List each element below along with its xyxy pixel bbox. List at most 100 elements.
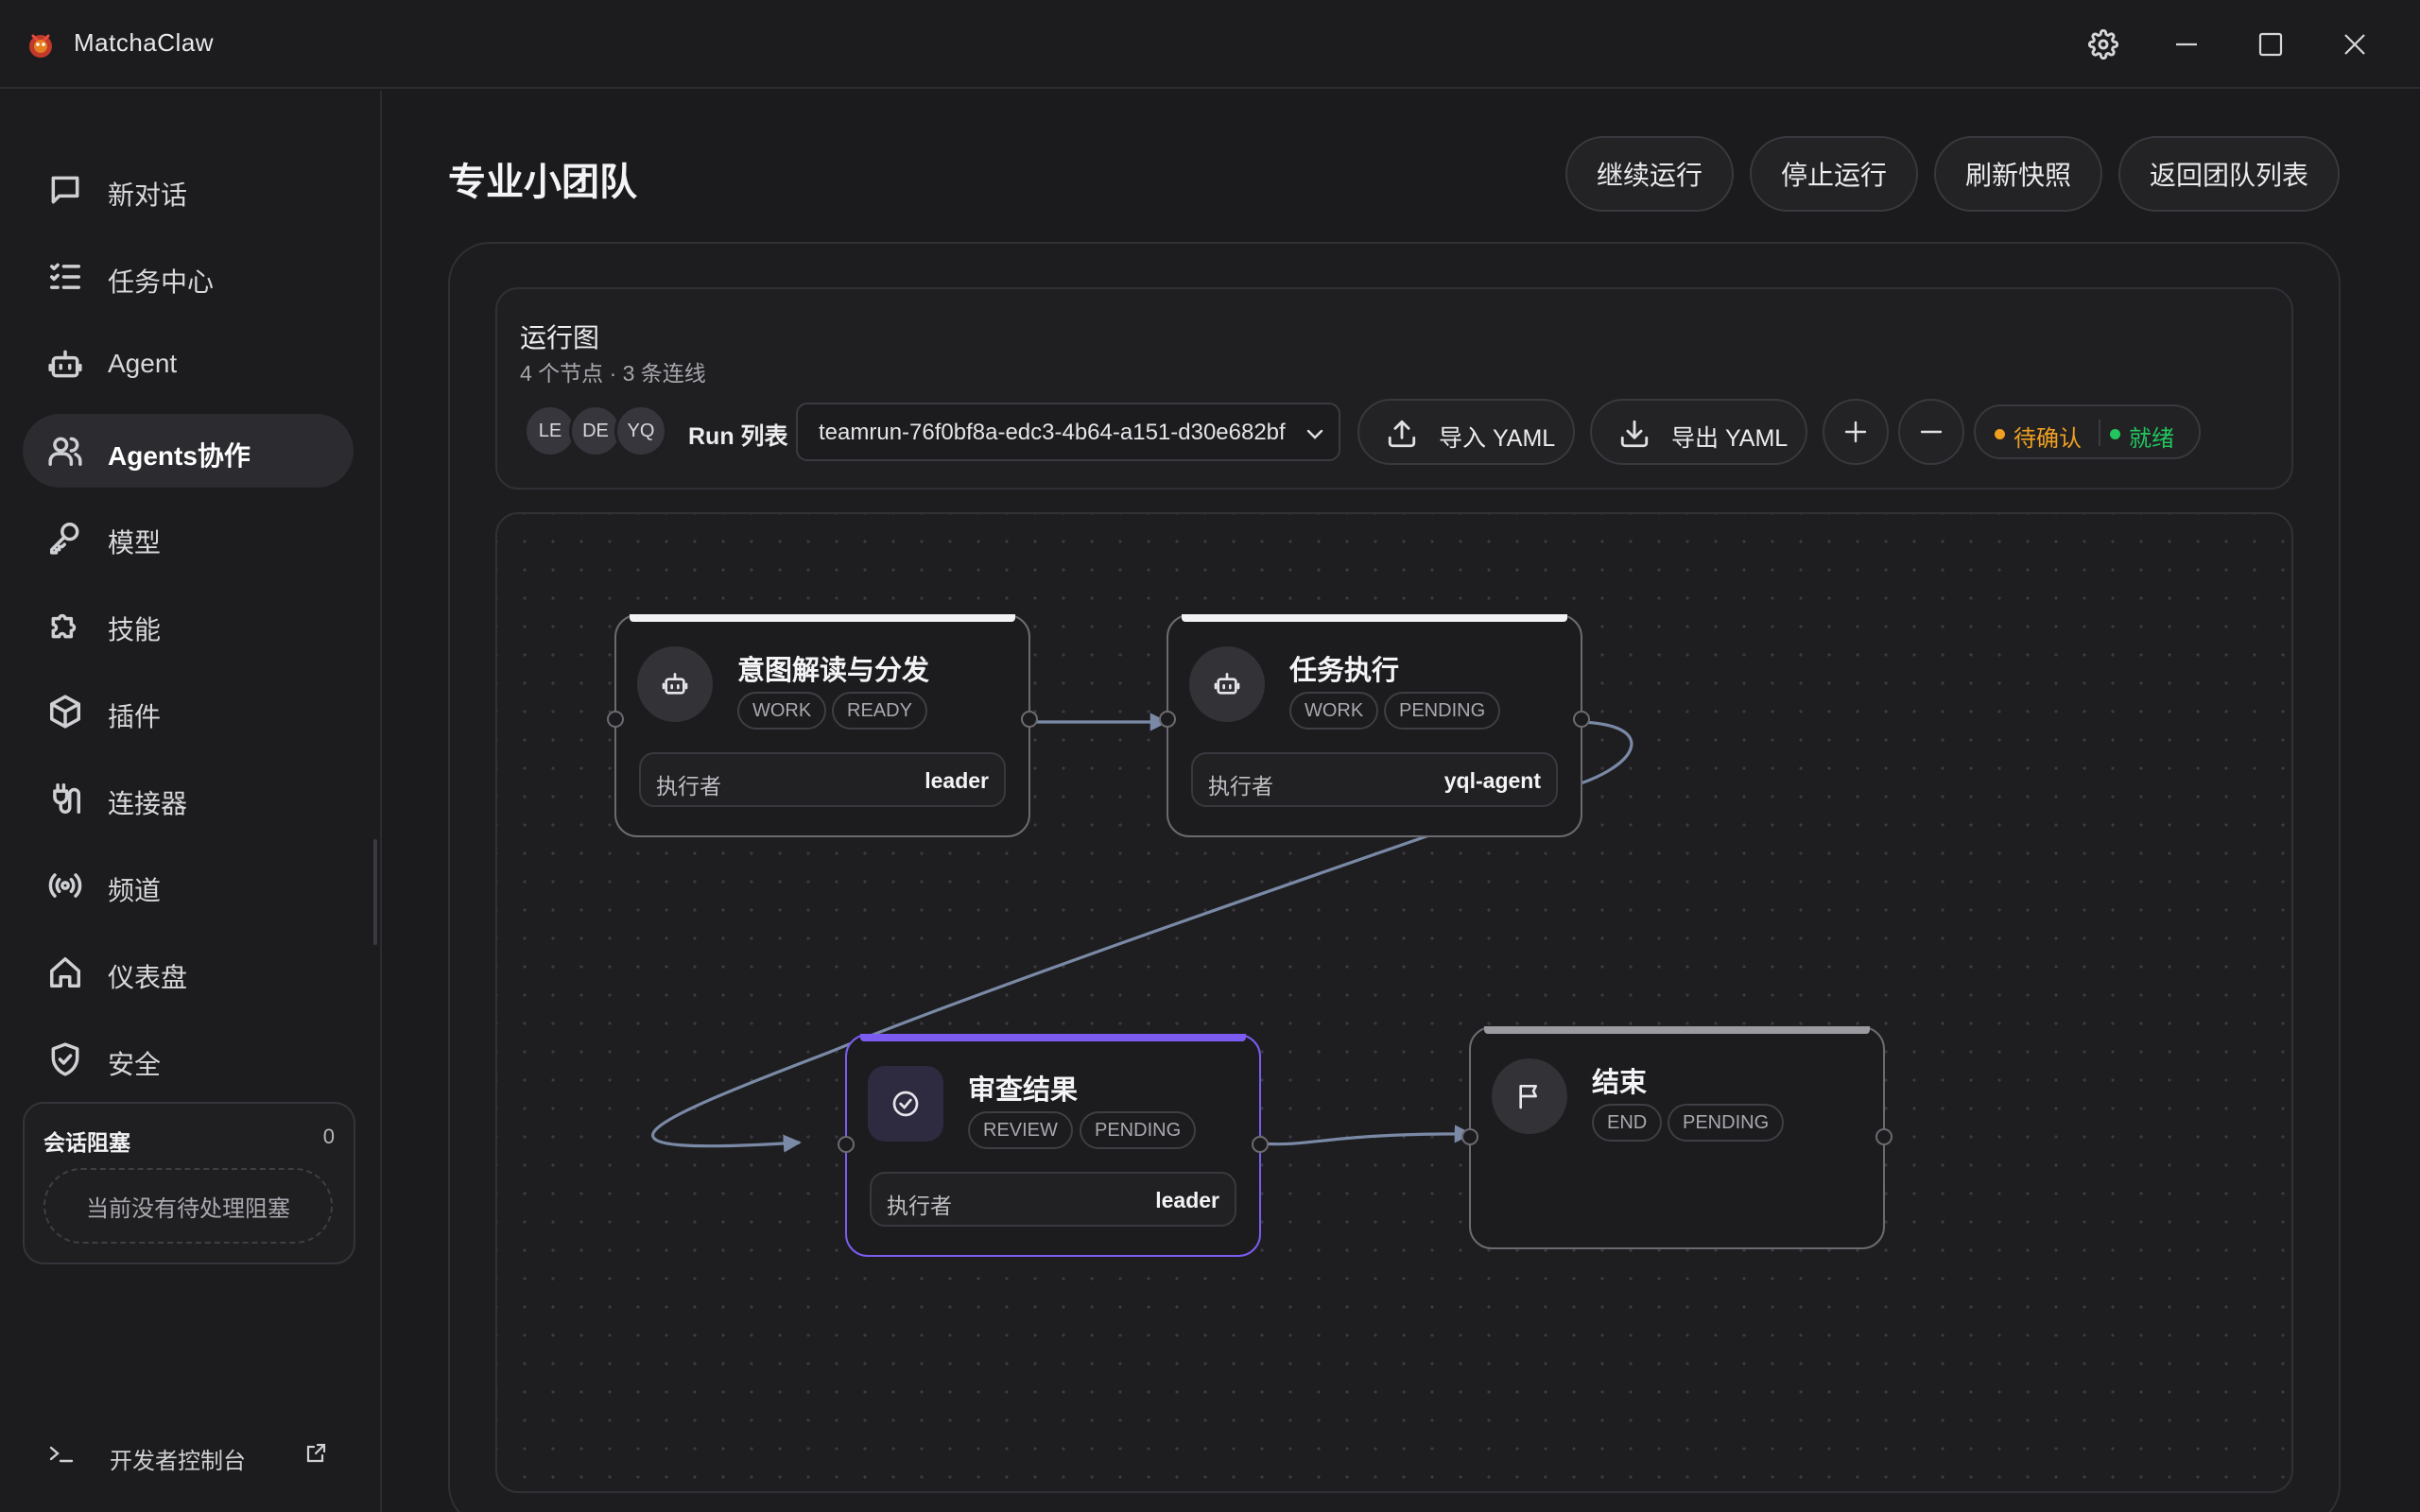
graph-node[interactable]: 审查结果 REVIEW PENDING 执行者 leader — [838, 1034, 1269, 1257]
back-to-team-list-button[interactable]: 返回团队列表 — [2118, 136, 2340, 212]
shield-icon — [47, 1041, 83, 1077]
sidebar-item-connectors[interactable]: 连接器 — [23, 762, 354, 835]
node-input-port[interactable] — [1461, 1128, 1478, 1145]
export-yaml-label: 导出 YAML — [1671, 425, 1789, 452]
sidebar-item-label: Agents协作 — [108, 441, 251, 471]
node-executor: 执行者 leader — [870, 1172, 1236, 1227]
sidebar-item-tasks[interactable]: 任务中心 — [23, 240, 354, 314]
block-card-title: 会话阻塞 — [43, 1130, 130, 1155]
sidebar-item-dashboard[interactable]: 仪表盘 — [23, 936, 354, 1009]
executor-label: 执行者 — [656, 774, 721, 799]
app-title: MatchaClaw — [74, 28, 215, 57]
chat-icon — [47, 172, 83, 208]
key-icon — [47, 520, 83, 556]
node-type-badge: END — [1592, 1104, 1663, 1142]
block-card-empty: 当前没有待处理阻塞 — [43, 1168, 333, 1244]
graph-subtitle: 4 个节点 · 3 条连线 — [520, 361, 706, 386]
node-input-port[interactable] — [838, 1136, 855, 1153]
run-list-label: Run 列表 — [688, 423, 788, 450]
close-icon[interactable] — [2331, 21, 2378, 68]
graph-canvas[interactable]: 意图解读与分发 WORK READY 执行者 leader 任务执行 WORK … — [495, 512, 2293, 1493]
gear-icon[interactable] — [2080, 21, 2127, 68]
upload-icon — [1386, 418, 1418, 450]
dev-console-link[interactable]: 开发者控制台 — [47, 1436, 340, 1474]
node-executor: 执行者 yql-agent — [1191, 752, 1558, 807]
edge-3-4 — [1260, 1125, 1473, 1146]
node-status-badge: PENDING — [1384, 692, 1501, 730]
run-select[interactable]: teamrun-76f0bf8a-edc3-4b64-a151-d30e682b… — [796, 403, 1340, 461]
node-output-port[interactable] — [1252, 1136, 1269, 1153]
refresh-snapshot-button[interactable]: 刷新快照 — [1934, 136, 2102, 212]
users-icon — [47, 433, 83, 469]
sidebar-item-label: 仪表盘 — [108, 963, 188, 992]
node-status-badge: PENDING — [1080, 1111, 1197, 1149]
node-input-port[interactable] — [607, 711, 624, 728]
sidebar-item-new-chat[interactable]: 新对话 — [23, 153, 354, 227]
graph-node[interactable]: 意图解读与分发 WORK READY 执行者 leader — [607, 614, 1038, 837]
import-yaml-label: 导入 YAML — [1439, 425, 1556, 452]
check-circle-icon — [868, 1066, 943, 1142]
robot-icon — [637, 646, 713, 722]
minimize-icon[interactable] — [2163, 21, 2210, 68]
page-title: 专业小团队 — [448, 162, 637, 203]
sidebar: 新对话 任务中心 Agent Agents协作 模型 技能 插件 连接器 频道 … — [0, 91, 382, 1512]
node-type-badge: WORK — [737, 692, 827, 730]
sidebar-item-label: 插件 — [108, 702, 162, 731]
block-card-count: 0 — [322, 1125, 335, 1148]
graph-header: 运行图 4 个节点 · 3 条连线 LE DE YQ Run 列表 teamru… — [495, 287, 2293, 490]
avatar[interactable]: YQ — [614, 404, 667, 457]
download-icon — [1618, 418, 1651, 450]
sidebar-item-label: 频道 — [108, 876, 162, 905]
sidebar-item-skills[interactable]: 技能 — [23, 588, 354, 662]
sidebar-item-label: 任务中心 — [108, 267, 215, 297]
puzzle-icon — [47, 607, 83, 643]
sidebar-item-plugins[interactable]: 插件 — [23, 675, 354, 748]
zoom-out-button[interactable] — [1898, 399, 1964, 465]
ready-dot — [2110, 429, 2120, 439]
package-icon — [47, 694, 83, 730]
sidebar-item-label: 模型 — [108, 528, 162, 558]
node-output-port[interactable] — [1876, 1128, 1893, 1145]
executor-label: 执行者 — [1208, 774, 1273, 799]
executor-label: 执行者 — [887, 1194, 952, 1218]
node-status-badge: PENDING — [1668, 1104, 1785, 1142]
sidebar-item-label: Agent — [108, 349, 178, 378]
node-type-badge: REVIEW — [968, 1111, 1073, 1149]
session-block-card: 会话阻塞 0 当前没有待处理阻塞 — [23, 1102, 355, 1264]
import-yaml-button[interactable]: 导入 YAML — [1357, 399, 1575, 465]
robot-icon — [47, 346, 83, 382]
node-output-port[interactable] — [1021, 711, 1038, 728]
node-title: 结束 — [1592, 1068, 1648, 1098]
sidebar-item-label: 连接器 — [108, 789, 188, 818]
sidebar-item-agents-collab[interactable]: Agents协作 — [23, 414, 354, 488]
executor-value: leader — [925, 768, 989, 793]
app-logo-icon — [25, 28, 57, 60]
terminal-icon — [47, 1440, 78, 1470]
zoom-in-button[interactable] — [1823, 399, 1889, 465]
executor-value: yql-agent — [1443, 768, 1541, 793]
node-type-badge: WORK — [1289, 692, 1379, 730]
sidebar-item-channels[interactable]: 频道 — [23, 849, 354, 922]
graph-node[interactable]: 结束 END PENDING — [1461, 1026, 1893, 1249]
status-legend: 待确认 就绪 — [1974, 404, 2201, 459]
export-yaml-button[interactable]: 导出 YAML — [1590, 399, 1807, 465]
node-input-port[interactable] — [1159, 711, 1176, 728]
robot-icon — [1189, 646, 1265, 722]
sidebar-item-agent[interactable]: Agent — [23, 327, 354, 401]
maximize-icon[interactable] — [2247, 21, 2294, 68]
continue-run-button[interactable]: 继续运行 — [1565, 136, 1734, 212]
sidebar-scrollbar[interactable] — [373, 839, 377, 945]
pending-dot — [1995, 429, 2005, 439]
sidebar-item-models[interactable]: 模型 — [23, 501, 354, 575]
node-output-port[interactable] — [1573, 711, 1590, 728]
stop-run-button[interactable]: 停止运行 — [1750, 136, 1918, 212]
node-status-badge: READY — [832, 692, 927, 730]
plug-icon — [47, 781, 83, 816]
sidebar-item-security[interactable]: 安全 — [23, 1022, 354, 1096]
title-bar: MatchaClaw — [0, 0, 2420, 89]
node-title: 审查结果 — [968, 1075, 1079, 1106]
executor-value: leader — [1155, 1188, 1219, 1212]
chevron-down-icon — [1303, 421, 1327, 446]
graph-node[interactable]: 任务执行 WORK PENDING 执行者 yql-agent — [1159, 614, 1590, 837]
ready-label: 就绪 — [2129, 426, 2174, 452]
